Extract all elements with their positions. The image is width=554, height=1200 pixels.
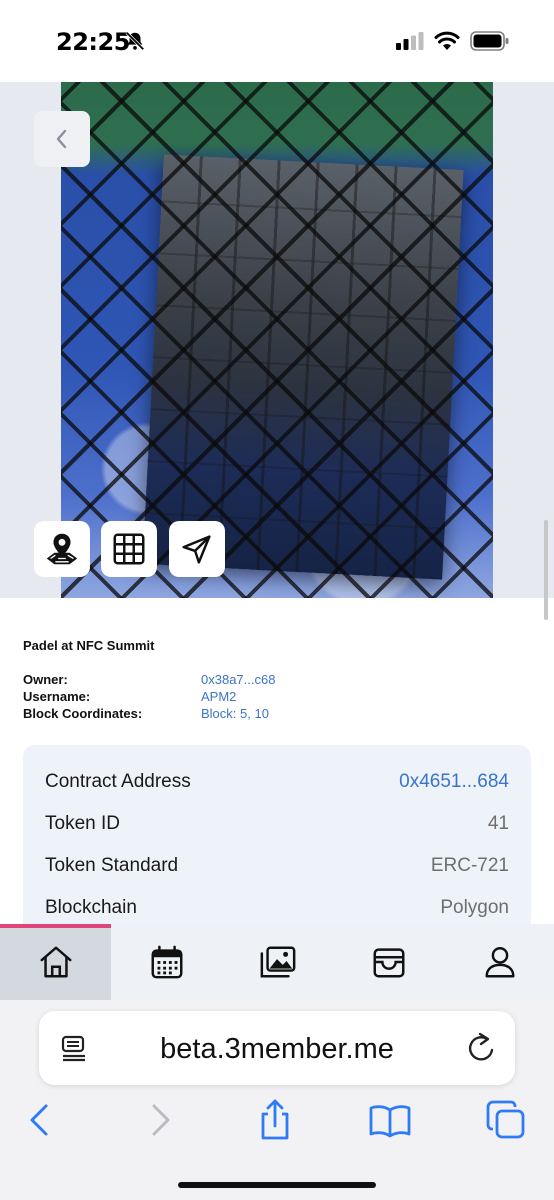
home-icon bbox=[40, 946, 71, 978]
contract-address-link[interactable]: 0x4651...684 bbox=[399, 771, 509, 793]
url-text[interactable]: beta.3member.me bbox=[39, 1033, 515, 1066]
token-info-card: Contract Address 0x4651...684 Token ID 4… bbox=[23, 745, 531, 945]
block-coordinates-row: Block Coordinates: Block: 5, 10 bbox=[23, 706, 523, 723]
status-time: 22:25 bbox=[56, 28, 130, 56]
username-row: Username: APM2 bbox=[23, 689, 523, 706]
token-standard-value: ERC-721 bbox=[430, 855, 509, 876]
chevron-left-icon bbox=[56, 129, 67, 149]
page: 22:25 Padel at NFC Summit Owner: 0x38a7.… bbox=[0, 0, 554, 1200]
nav-calendar[interactable] bbox=[111, 924, 222, 1000]
map-pin-icon bbox=[46, 533, 78, 565]
app-bottom-nav bbox=[0, 924, 554, 1000]
nav-profile[interactable] bbox=[444, 924, 554, 1000]
nav-home[interactable] bbox=[0, 924, 111, 1000]
grid-view-button[interactable] bbox=[101, 521, 157, 577]
back-icon bbox=[30, 1104, 48, 1136]
wifi-icon bbox=[434, 31, 460, 50]
block-coordinates-link[interactable]: Block: 5, 10 bbox=[201, 706, 269, 721]
nav-wallet[interactable] bbox=[333, 924, 444, 1000]
grid-icon bbox=[113, 533, 145, 565]
bookmarks-icon bbox=[369, 1105, 411, 1138]
owner-row: Owner: 0x38a7...c68 bbox=[23, 672, 523, 689]
back-button[interactable] bbox=[34, 111, 90, 167]
send-button[interactable] bbox=[169, 521, 225, 577]
gallery-icon bbox=[260, 946, 295, 978]
blockchain-row: Blockchain Polygon bbox=[45, 897, 509, 925]
contract-address-label: Contract Address bbox=[45, 771, 191, 792]
username-link[interactable]: APM2 bbox=[201, 689, 236, 704]
active-tab-indicator bbox=[0, 924, 111, 928]
wallet-icon bbox=[373, 948, 404, 978]
owner-label: Owner: bbox=[23, 672, 68, 687]
map-location-button[interactable] bbox=[34, 521, 90, 577]
address-bar[interactable]: beta.3member.me bbox=[39, 1011, 515, 1085]
tabs-button[interactable] bbox=[484, 1098, 528, 1142]
battery-icon bbox=[470, 31, 509, 51]
forward-icon bbox=[152, 1104, 170, 1136]
token-id-row: Token ID 41 bbox=[45, 813, 509, 841]
bookmarks-button[interactable] bbox=[368, 1098, 412, 1142]
browser-forward-button[interactable] bbox=[138, 1098, 182, 1142]
share-icon bbox=[261, 1099, 289, 1140]
reload-icon[interactable] bbox=[465, 1031, 497, 1065]
contract-address-row: Contract Address 0x4651...684 bbox=[45, 771, 509, 799]
bell-slash-icon bbox=[125, 31, 145, 51]
scrollbar[interactable] bbox=[544, 520, 548, 620]
owner-link[interactable]: 0x38a7...c68 bbox=[201, 672, 275, 687]
token-id-value: 41 bbox=[487, 813, 509, 834]
token-standard-row: Token Standard ERC-721 bbox=[45, 855, 509, 883]
user-icon bbox=[484, 946, 515, 978]
blockchain-value: Polygon bbox=[440, 897, 509, 918]
tabs-icon bbox=[486, 1100, 525, 1139]
token-id-label: Token ID bbox=[45, 813, 120, 834]
browser-back-button[interactable] bbox=[18, 1098, 62, 1142]
calendar-icon bbox=[151, 945, 182, 979]
nft-details: Padel at NFC Summit Owner: 0x38a7...c68 … bbox=[0, 598, 554, 945]
nft-title: Padel at NFC Summit bbox=[23, 638, 155, 653]
cellular-signal-icon bbox=[396, 32, 424, 50]
token-standard-label: Token Standard bbox=[45, 855, 179, 876]
share-button[interactable] bbox=[253, 1098, 297, 1142]
status-bar: 22:25 bbox=[0, 0, 554, 82]
username-label: Username: bbox=[23, 689, 91, 704]
blockchain-label: Blockchain bbox=[45, 897, 137, 918]
block-coordinates-label: Block Coordinates: bbox=[23, 706, 143, 721]
nav-gallery[interactable] bbox=[222, 924, 333, 1000]
home-indicator[interactable] bbox=[178, 1182, 376, 1188]
send-icon bbox=[182, 535, 211, 564]
